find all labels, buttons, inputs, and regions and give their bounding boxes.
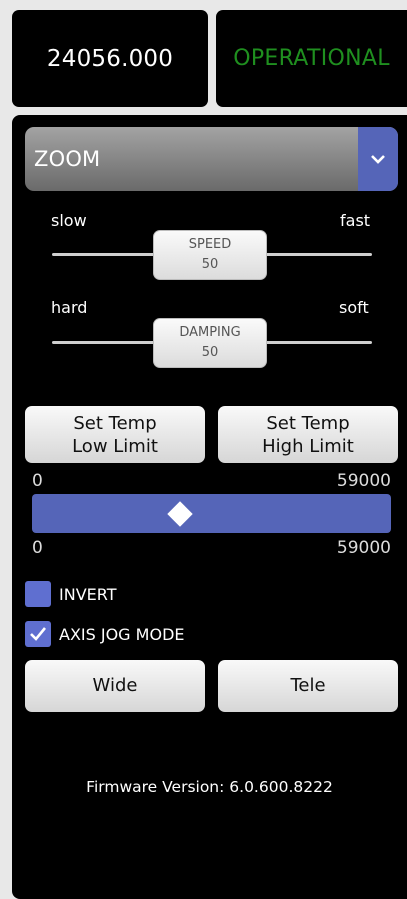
range-top-min: 0 <box>32 471 43 491</box>
mode-select[interactable]: ZOOM <box>25 127 398 191</box>
speed-slider-thumb[interactable]: SPEED 50 <box>153 230 267 280</box>
damping-soft-label: soft <box>339 298 369 317</box>
firmware-version: Firmware Version: 6.0.600.8222 <box>86 778 333 796</box>
status-panel: OPERATIONAL <box>216 10 407 107</box>
set-temp-high-line1: Set Temp <box>266 413 350 434</box>
speed-slow-label: slow <box>51 211 87 230</box>
tele-button[interactable]: Tele <box>218 660 398 712</box>
mode-select-value: ZOOM <box>34 147 101 171</box>
speed-thumb-value: 50 <box>201 257 219 272</box>
position-readout-panel: 24056.000 <box>12 10 208 107</box>
invert-label: INVERT <box>59 585 117 604</box>
chevron-down-icon <box>371 155 385 164</box>
damping-thumb-value: 50 <box>201 345 219 360</box>
damping-thumb-label: DAMPING <box>179 325 241 340</box>
mode-select-arrow[interactable] <box>358 127 398 191</box>
range-slider-track[interactable] <box>32 494 391 533</box>
position-value: 24056.000 <box>46 45 174 72</box>
set-temp-high-line2: High Limit <box>262 436 354 457</box>
wide-button[interactable]: Wide <box>25 660 205 712</box>
range-bottom-max: 59000 <box>336 538 391 558</box>
damping-slider-thumb[interactable]: DAMPING 50 <box>153 318 267 368</box>
status-text: OPERATIONAL <box>233 46 390 71</box>
set-temp-low-line2: Low Limit <box>72 436 158 457</box>
speed-fast-label: fast <box>340 211 371 230</box>
set-temp-low-line1: Set Temp <box>73 413 157 434</box>
set-temp-low-limit-button[interactable]: Set Temp Low Limit <box>25 406 205 463</box>
damping-hard-label: hard <box>51 298 88 317</box>
set-temp-high-limit-button[interactable]: Set Temp High Limit <box>218 406 398 463</box>
range-bottom-min: 0 <box>32 538 43 558</box>
speed-thumb-label: SPEED <box>188 237 232 252</box>
invert-checkbox[interactable] <box>25 581 51 607</box>
axis-jog-mode-label: AXIS JOG MODE <box>59 625 185 644</box>
range-top-max: 59000 <box>336 471 391 491</box>
axis-jog-mode-checkbox[interactable] <box>25 621 51 647</box>
checkmark-icon <box>30 627 47 641</box>
